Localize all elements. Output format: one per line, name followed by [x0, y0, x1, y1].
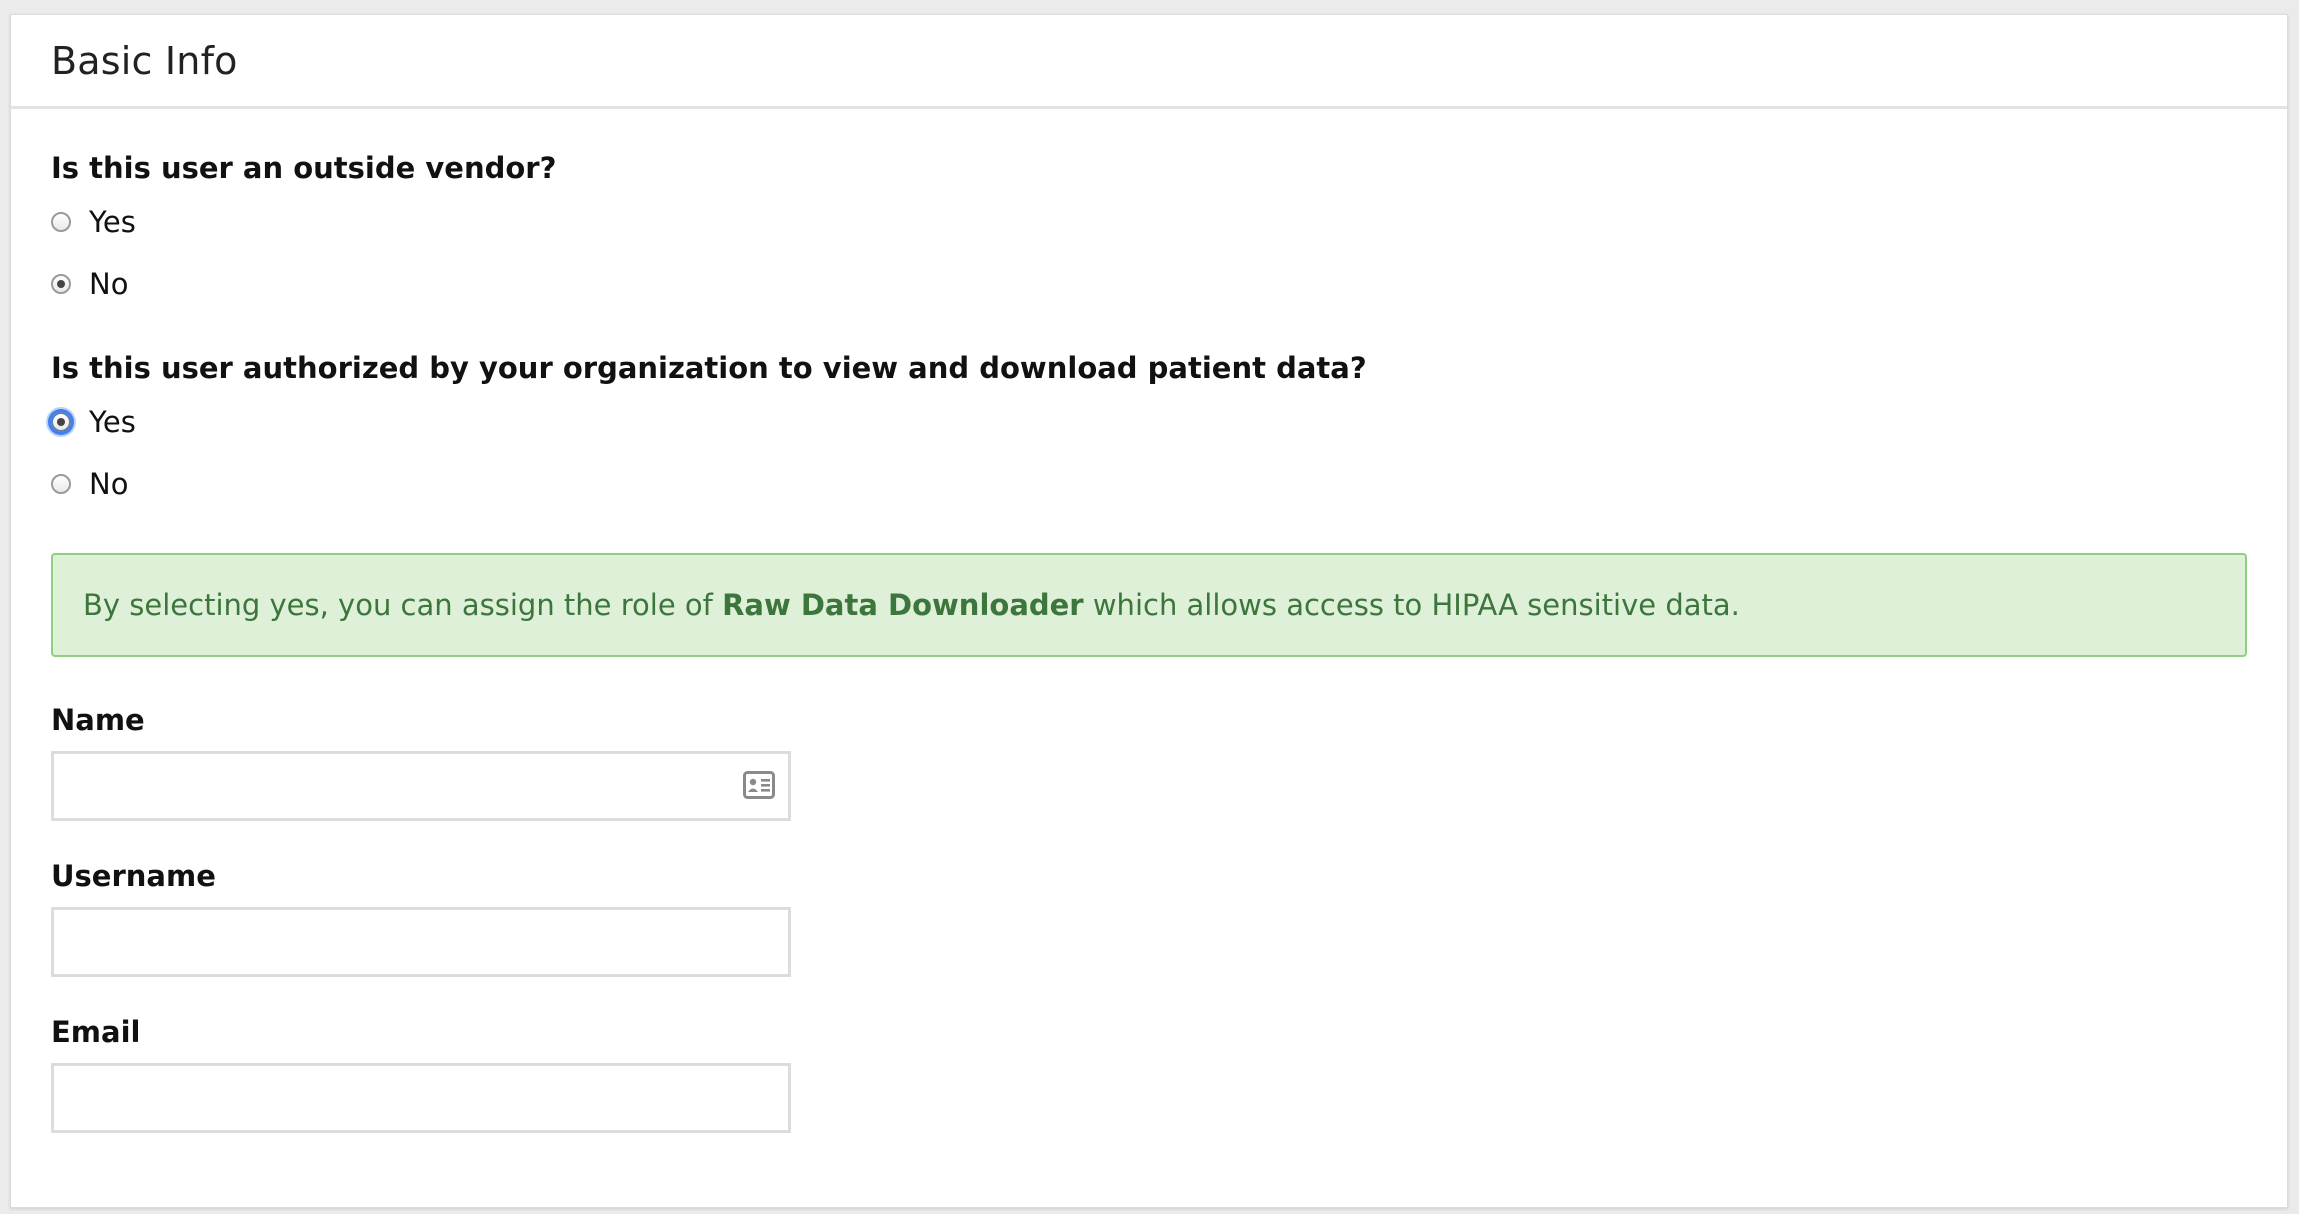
authorized-no-label[interactable]: No [89, 467, 128, 501]
authorized-radio-group: Yes No [51, 391, 2247, 515]
username-field-wrapper [51, 907, 791, 977]
vendor-yes-label[interactable]: Yes [89, 205, 136, 239]
panel-header: Basic Info [11, 15, 2287, 109]
authorized-yes-radio[interactable] [51, 412, 71, 432]
name-field-wrapper [51, 751, 791, 821]
vendor-yes-radio[interactable] [51, 212, 71, 232]
email-input[interactable] [51, 1063, 791, 1133]
authorized-no-radio[interactable] [51, 474, 71, 494]
username-label: Username [51, 859, 216, 893]
vendor-no-label[interactable]: No [89, 267, 128, 301]
alert-message: By selecting yes, you can assign the rol… [83, 588, 1740, 622]
hipaa-info-alert: By selecting yes, you can assign the rol… [51, 553, 2247, 657]
vendor-no-option[interactable]: No [51, 253, 2247, 315]
basic-info-panel: Basic Info Is this user an outside vendo… [10, 14, 2288, 1208]
vendor-yes-option[interactable]: Yes [51, 191, 2247, 253]
authorized-yes-option[interactable]: Yes [51, 391, 2247, 453]
alert-role-name: Raw Data Downloader [722, 588, 1084, 622]
alert-text-before: By selecting yes, you can assign the rol… [83, 588, 723, 622]
panel-body: Is this user an outside vendor? Yes No I… [11, 109, 2287, 1133]
vendor-no-radio[interactable] [51, 274, 71, 294]
name-label: Name [51, 703, 145, 737]
contact-card-icon[interactable] [743, 771, 775, 799]
panel-title: Basic Info [51, 38, 238, 83]
authorized-no-option[interactable]: No [51, 453, 2247, 515]
vendor-question-label: Is this user an outside vendor? [51, 151, 557, 185]
authorized-yes-label[interactable]: Yes [89, 405, 136, 439]
name-input[interactable] [51, 751, 791, 821]
alert-text-after: which allows access to HIPAA sensitive d… [1083, 588, 1740, 622]
email-field-wrapper [51, 1063, 791, 1133]
vendor-radio-group: Yes No [51, 191, 2247, 315]
authorized-question-label: Is this user authorized by your organiza… [51, 351, 1367, 385]
username-input[interactable] [51, 907, 791, 977]
email-label: Email [51, 1015, 141, 1049]
